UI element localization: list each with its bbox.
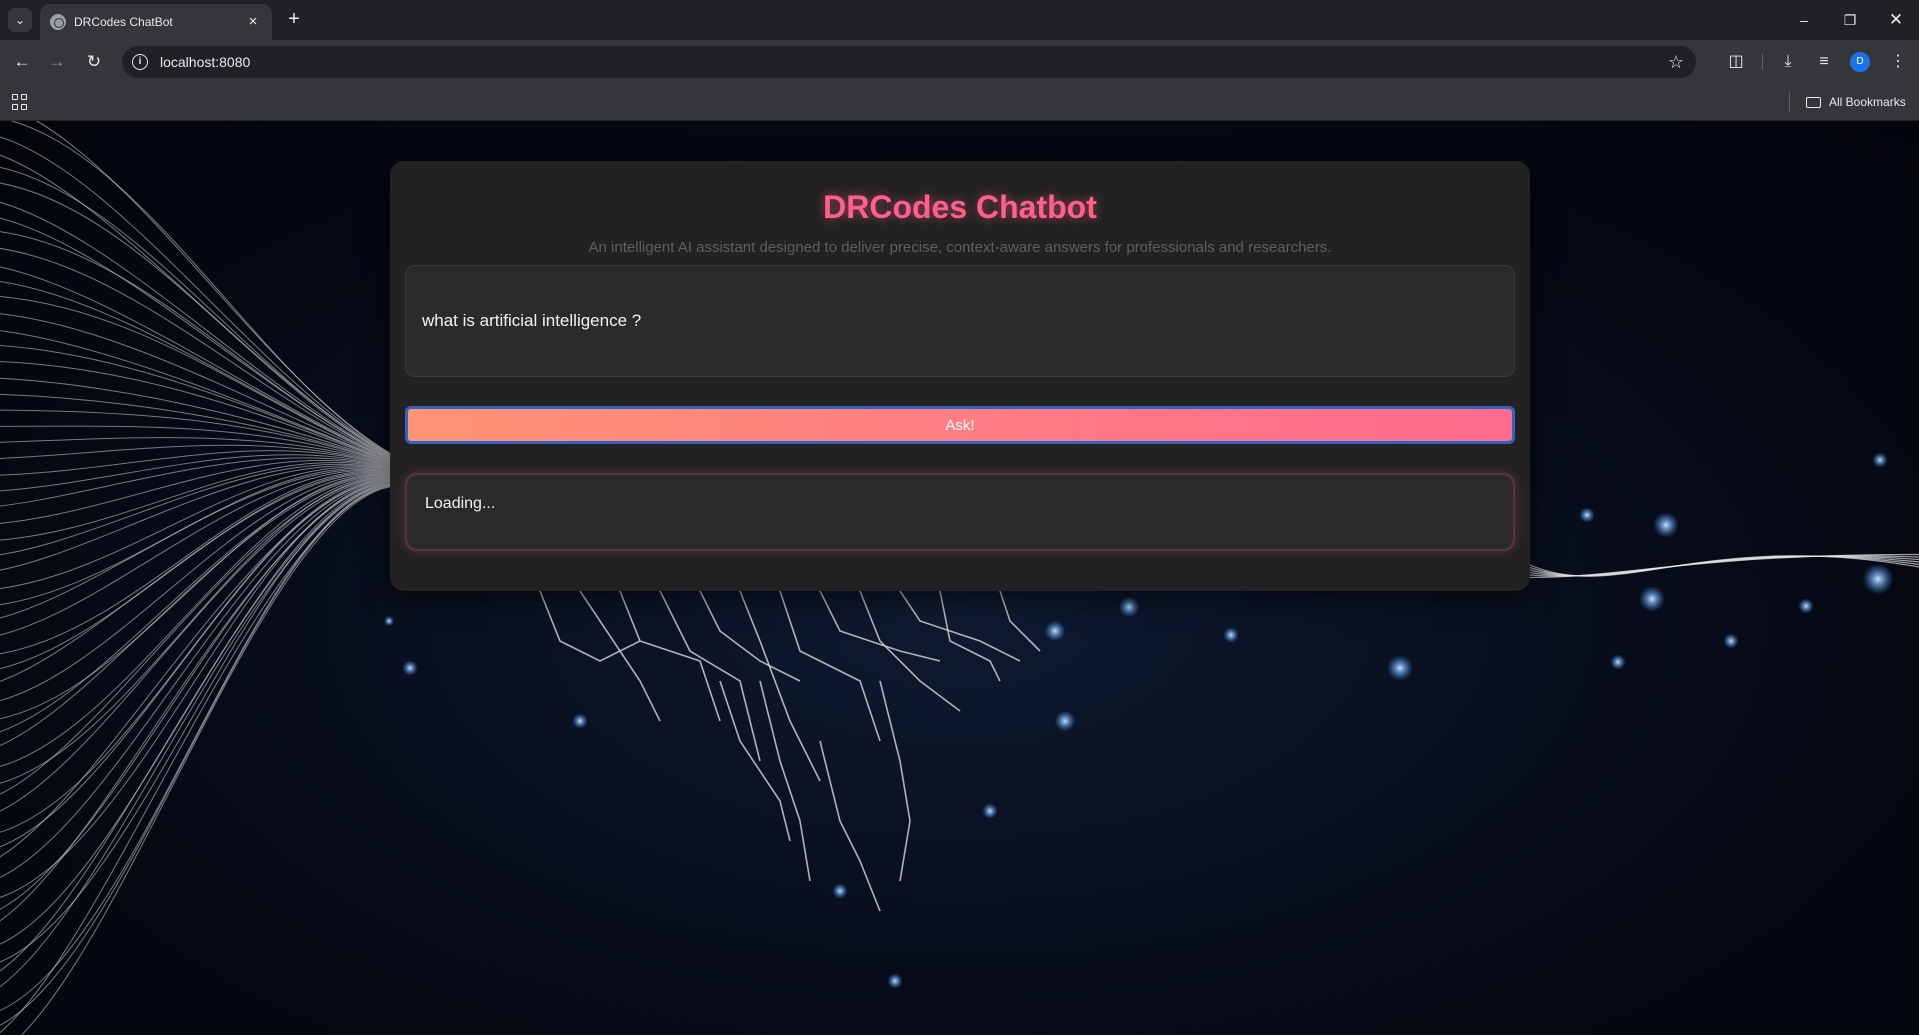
particle [1044, 620, 1066, 642]
globe-favicon-icon [50, 14, 66, 30]
circuit-trace [899, 590, 1021, 662]
circuit-trace [579, 590, 661, 722]
particle [1387, 655, 1413, 681]
answer-output: Loading... [405, 473, 1515, 551]
page-viewport: DRCodes Chatbot An intelligent AI assist… [0, 121, 1919, 1035]
extensions-icon[interactable]: ◫ [1724, 50, 1748, 74]
wave-line [0, 266, 396, 462]
wave-line [0, 477, 396, 812]
wave-line [0, 484, 396, 1034]
circuit-brain [539, 590, 1041, 912]
media-control-icon[interactable]: ≡ [1812, 50, 1836, 74]
particle [1579, 507, 1595, 523]
site-info-icon[interactable]: i [132, 54, 148, 70]
bookmarks-bar: All Bookmarks [0, 84, 1919, 120]
tab-strip: ⌄ DRCodes ChatBot × + – ❐ ✕ [0, 0, 1919, 40]
wave-line [0, 330, 396, 464]
circuit-trace [779, 590, 881, 742]
page-subtitle: An intelligent AI assistant designed to … [588, 239, 1332, 256]
all-bookmarks-button[interactable]: All Bookmarks [1806, 92, 1906, 112]
particle [887, 973, 903, 989]
star-icon[interactable]: ☆ [1668, 52, 1684, 73]
wave-line [0, 478, 396, 833]
wave-line [0, 477, 396, 795]
toolbar-divider [1762, 54, 1763, 70]
right-strand [1529, 553, 1919, 579]
apps-grid-icon[interactable] [12, 94, 28, 110]
window-close-icon[interactable]: ✕ [1884, 8, 1908, 32]
reload-icon[interactable]: ↻ [82, 50, 106, 74]
wave-line [0, 136, 396, 458]
circuit-trace [999, 590, 1041, 652]
particle [1639, 586, 1665, 612]
circuit-trace [879, 680, 911, 882]
wave-line [0, 480, 396, 898]
tab-title: DRCodes ChatBot [74, 15, 173, 29]
forward-arrow-icon[interactable]: → [45, 50, 69, 74]
all-bookmarks-label: All Bookmarks [1829, 95, 1906, 109]
address-bar[interactable]: i localhost:8080 ☆ [122, 46, 1696, 78]
ask-button[interactable]: Ask! [405, 406, 1515, 444]
circuit-trace [859, 590, 961, 712]
circuit-trace [819, 740, 881, 912]
chat-card: DRCodes Chatbot An intelligent AI assist… [390, 161, 1530, 591]
wave-line [0, 481, 396, 922]
particle [832, 883, 848, 899]
back-arrow-icon[interactable]: ← [10, 50, 34, 74]
folder-icon [1806, 96, 1821, 108]
close-icon[interactable]: × [244, 13, 262, 31]
circuit-trace [939, 590, 1001, 682]
particle [572, 713, 588, 729]
question-input[interactable]: what is artificial intelligence ? [405, 265, 1515, 377]
wave-line [0, 483, 396, 1011]
tab-search-icon[interactable]: ⌄ [8, 8, 32, 32]
page-title: DRCodes Chatbot [823, 189, 1097, 225]
wave-line [0, 483, 396, 988]
particle [1862, 563, 1894, 595]
wave-line [20, 485, 396, 1035]
bookmarks-divider [1789, 92, 1790, 112]
particle [1653, 512, 1679, 538]
wave-line [0, 481, 396, 945]
minimize-icon[interactable]: – [1792, 8, 1816, 32]
browser-toolbar: ← → ↻ i localhost:8080 ☆ ◫ ⤓ ≡ D ⋮ [0, 40, 1919, 84]
particle [1610, 654, 1626, 670]
wave-lines [0, 121, 396, 1035]
wave-line [0, 461, 396, 541]
particle [1872, 452, 1888, 468]
profile-avatar[interactable]: D [1850, 52, 1870, 72]
wave-line [0, 482, 396, 972]
particle [1223, 627, 1239, 643]
particle [1118, 596, 1140, 618]
url-text[interactable]: localhost:8080 [160, 54, 1668, 70]
circuit-trace [819, 590, 941, 662]
particle [982, 803, 998, 819]
menu-kebab-icon[interactable]: ⋮ [1886, 50, 1910, 74]
wave-line [0, 248, 396, 462]
wave-line [0, 482, 396, 963]
particle [1054, 710, 1076, 732]
restore-icon[interactable]: ❐ [1838, 8, 1862, 32]
wave-line [0, 217, 396, 461]
browser-chrome: ⌄ DRCodes ChatBot × + – ❐ ✕ ← → ↻ i loca… [0, 0, 1919, 121]
particle [1798, 598, 1814, 614]
tab-active[interactable]: DRCodes ChatBot × [40, 4, 272, 40]
particle [402, 660, 418, 676]
circuit-trace [659, 590, 761, 762]
particle [383, 615, 395, 627]
wave-line [0, 465, 396, 571]
circuit-trace [739, 590, 821, 782]
download-icon[interactable]: ⤓ [1776, 50, 1800, 74]
plus-icon[interactable]: + [282, 8, 306, 32]
particle [1723, 633, 1739, 649]
